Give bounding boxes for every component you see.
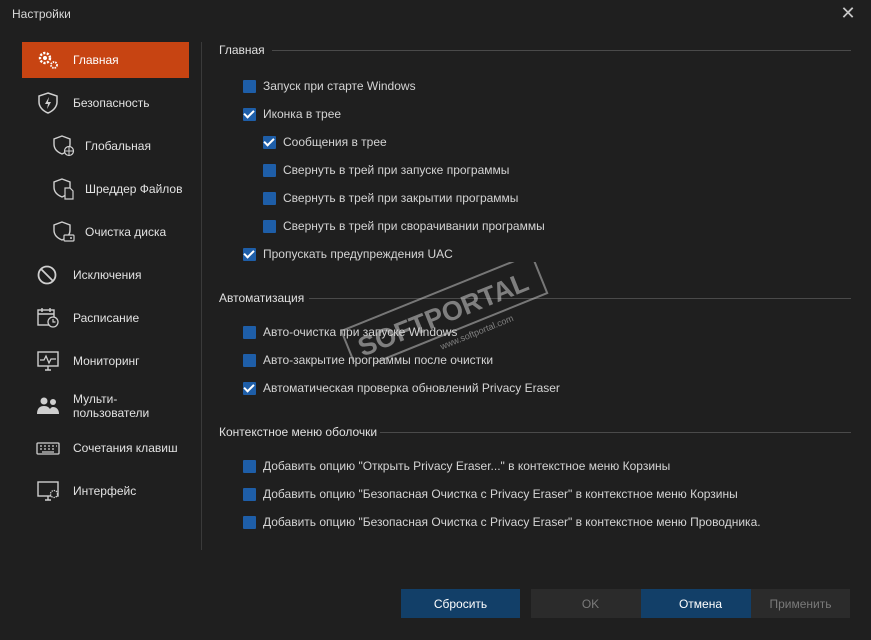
option-start-with-windows[interactable]: Запуск при старте Windows <box>243 78 416 94</box>
option-label: Авто-закрытие программы после очистки <box>263 353 494 367</box>
option-label: Сообщения в трее <box>283 135 387 149</box>
watermark-brand: SOFTPORTAL <box>354 267 533 362</box>
option-label: Свернуть в трей при закрытии программы <box>283 191 519 205</box>
option-minimize-on-start[interactable]: Свернуть в трей при запуске программы <box>263 162 509 178</box>
option-tray-icon[interactable]: Иконка в трее <box>243 106 341 122</box>
option-label: Свернуть в трей при запуске программы <box>283 163 510 177</box>
sidebar-item-label-line2: пользователи <box>73 406 150 420</box>
option-shell-secure-recycle[interactable]: Добавить опцию "Безопасная Очистка с Pri… <box>243 486 738 502</box>
checkbox[interactable] <box>243 353 256 367</box>
option-auto-close-after-clean[interactable]: Авто-закрытие программы после очистки <box>243 352 493 368</box>
checkbox[interactable] <box>243 79 256 93</box>
checkbox[interactable] <box>243 487 256 501</box>
option-minimize-on-close[interactable]: Свернуть в трей при закрытии программы <box>263 190 518 206</box>
sidebar-item-label: Глобальная <box>85 139 151 153</box>
users-icon <box>37 397 59 414</box>
sidebar-item-hotkeys[interactable]: Сочетания клавиш <box>22 430 189 466</box>
sidebar-item-main[interactable]: Главная <box>22 42 189 78</box>
option-label: Добавить опцию "Открыть Privacy Eraser..… <box>263 459 671 473</box>
window-title: Настройки <box>12 7 71 21</box>
option-label: Добавить опцию "Безопасная Очистка с Pri… <box>263 515 761 529</box>
sidebar-item-disk-cleanup[interactable]: Очистка диска <box>22 214 189 250</box>
sidebar-item-label: Исключения <box>73 268 142 282</box>
option-label: Авто-очистка при запуске Windows <box>263 325 458 339</box>
checkbox[interactable] <box>263 219 276 233</box>
sidebar-item-label: Расписание <box>73 311 140 325</box>
sidebar-item-label: Мониторинг <box>73 354 140 368</box>
option-label: Автоматическая проверка обновлений Priva… <box>263 381 560 395</box>
checkbox[interactable] <box>243 325 256 339</box>
option-label: Пропускать предупреждения UAC <box>263 247 453 261</box>
sidebar-item-label: Шреддер Файлов <box>85 182 183 196</box>
checkbox[interactable] <box>243 107 256 121</box>
sidebar-item-schedule[interactable]: Расписание <box>22 300 189 336</box>
keyboard-icon <box>36 442 60 455</box>
monitor-settings-icon <box>37 481 59 501</box>
checkbox[interactable] <box>243 459 256 473</box>
shield-globe-icon <box>53 135 75 157</box>
sidebar-item-label: Сочетания клавиш <box>73 441 178 455</box>
sidebar-divider <box>201 42 202 550</box>
sidebar-item-label: Очистка диска <box>85 225 167 239</box>
sidebar-item-label-line1: Мульти- <box>73 392 118 406</box>
option-auto-update-check[interactable]: Автоматическая проверка обновлений Priva… <box>243 380 560 396</box>
checkbox[interactable] <box>263 135 276 149</box>
sidebar-item-interface[interactable]: Интерфейс <box>22 473 189 509</box>
section-title-shell-menu: Контекстное меню оболочки <box>219 425 378 439</box>
no-entry-icon <box>37 265 57 285</box>
option-tray-messages[interactable]: Сообщения в трее <box>263 134 387 150</box>
checkbox[interactable] <box>263 163 276 177</box>
section-divider <box>380 432 851 433</box>
option-shell-secure-explorer[interactable]: Добавить опцию "Безопасная Очистка с Pri… <box>243 514 761 530</box>
checkbox[interactable] <box>243 381 256 395</box>
sidebar-item-monitoring[interactable]: Мониторинг <box>22 343 189 379</box>
shield-file-icon <box>53 178 74 200</box>
gears-icon <box>38 51 58 69</box>
option-label: Свернуть в трей при сворачивании програм… <box>283 219 545 233</box>
calendar-clock-icon <box>37 308 59 328</box>
checkbox[interactable] <box>263 191 276 205</box>
ok-button[interactable]: OK <box>531 589 650 618</box>
sidebar-item-file-shredder[interactable]: Шреддер Файлов <box>22 171 189 207</box>
option-label: Иконка в трее <box>263 107 342 121</box>
softportal-watermark: SOFTPORTAL TM www.softportal.com <box>340 262 549 362</box>
option-auto-clean-on-start[interactable]: Авто-очистка при запуске Windows <box>243 324 457 340</box>
option-shell-open-recycle[interactable]: Добавить опцию "Открыть Privacy Eraser..… <box>243 458 670 474</box>
cancel-button[interactable]: Отмена <box>641 589 760 618</box>
section-divider <box>309 298 851 299</box>
sidebar-item-multi-users[interactable]: Мульти- пользователи <box>22 386 189 426</box>
checkbox[interactable] <box>243 515 256 529</box>
sidebar-item-label: Мульти- пользователи <box>73 392 149 420</box>
sidebar-item-exclusions[interactable]: Исключения <box>22 257 189 293</box>
sidebar-item-global[interactable]: Глобальная <box>22 128 189 164</box>
apply-button[interactable]: Применить <box>751 589 850 618</box>
shield-disk-icon <box>53 221 75 242</box>
shield-bolt-icon <box>38 92 58 114</box>
title-bar: Настройки ✕ <box>0 0 871 28</box>
section-title-automation: Автоматизация <box>219 291 305 305</box>
option-minimize-on-minimize[interactable]: Свернуть в трей при сворачивании програм… <box>263 218 545 234</box>
section-divider <box>272 50 851 51</box>
option-label: Запуск при старте Windows <box>263 79 416 93</box>
checkbox[interactable] <box>243 247 256 261</box>
sidebar-item-label: Главная <box>73 53 119 67</box>
close-icon[interactable]: ✕ <box>839 4 857 22</box>
section-title-main: Главная <box>219 43 265 57</box>
reset-button[interactable]: Сбросить <box>401 589 520 618</box>
sidebar-item-label: Безопасность <box>73 96 150 110</box>
option-label: Добавить опцию "Безопасная Очистка с Pri… <box>263 487 738 501</box>
option-skip-uac[interactable]: Пропускать предупреждения UAC <box>243 246 453 262</box>
monitor-pulse-icon <box>37 351 59 371</box>
sidebar-item-label: Интерфейс <box>73 484 137 498</box>
sidebar-item-security[interactable]: Безопасность <box>22 85 189 121</box>
